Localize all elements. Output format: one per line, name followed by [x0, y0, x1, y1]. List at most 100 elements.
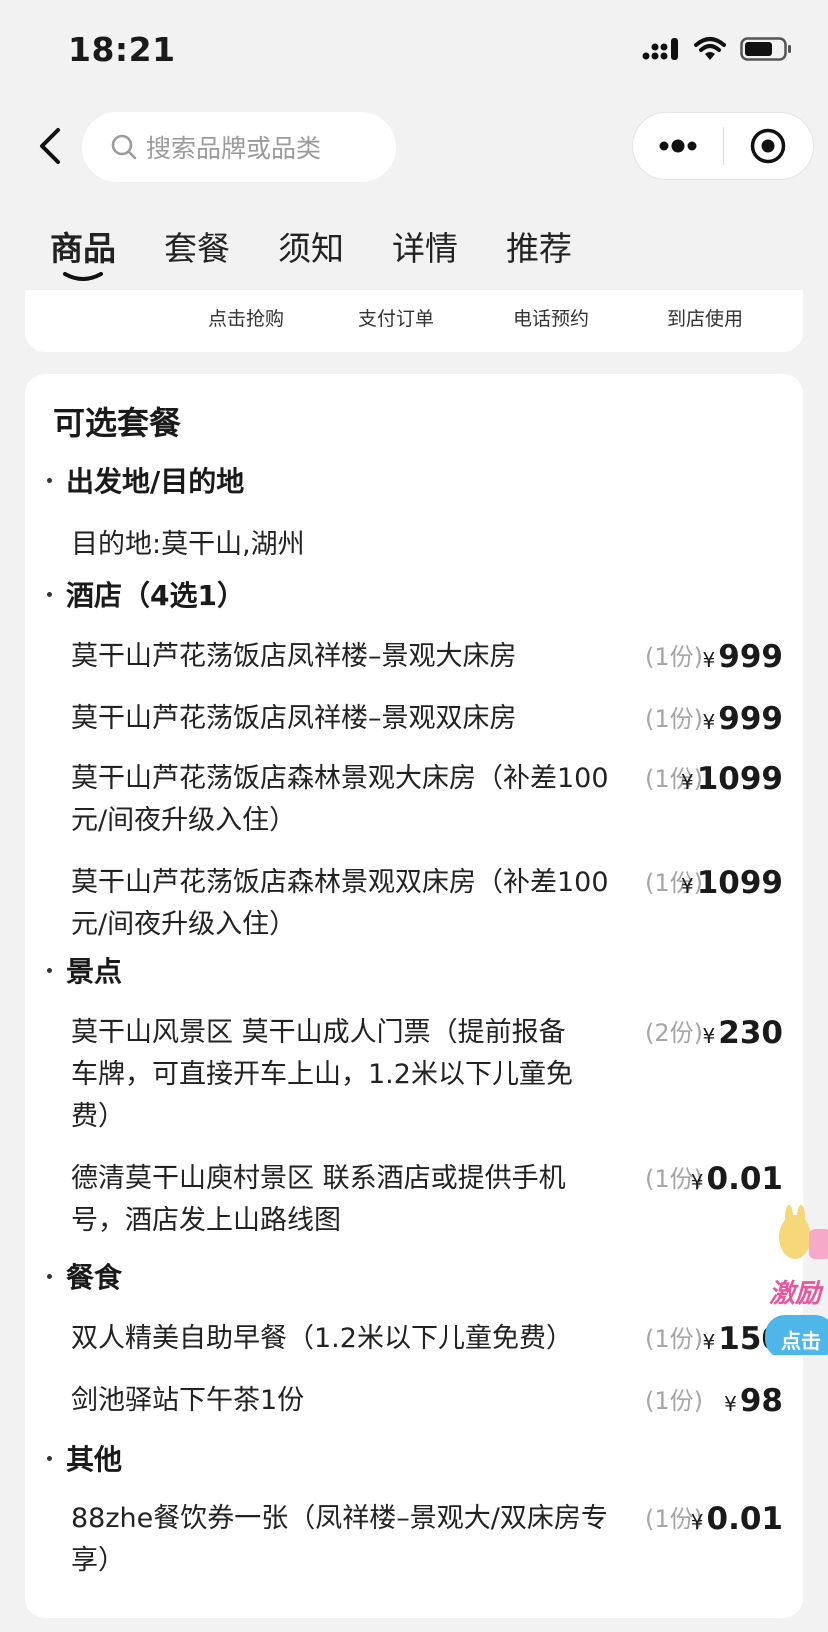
section-title: 景点: [66, 955, 123, 988]
tab-label: 详情: [392, 229, 458, 268]
item-name: 88zhe餐饮券一张（凤祥楼–景观大/双床房专享）: [71, 1503, 608, 1576]
item-name: 剑池驿站下午茶1份: [71, 1385, 305, 1416]
step-label: 电话预约: [513, 308, 590, 330]
tab-recommend[interactable]: 推荐: [506, 222, 572, 282]
destination-text: 目的地:莫干山,湖州: [71, 529, 305, 560]
bullet-icon: [47, 967, 52, 973]
incentive-badge-text: 激励: [769, 1279, 822, 1309]
tab-label: 套餐: [164, 229, 230, 268]
price-value: 0.01: [706, 1501, 784, 1537]
tab-details[interactable]: 详情: [392, 222, 458, 282]
battery-icon: [740, 37, 791, 61]
price-value: 0.01: [706, 1161, 784, 1197]
item-name: 莫干山风景区 莫干山成人门票（提前报备车牌，可直接开车上山，1.2米以下儿童免费…: [71, 1017, 573, 1132]
currency-symbol: ¥: [702, 1330, 716, 1354]
miniprogram-capsule: [632, 112, 814, 180]
step-label: 支付订单: [358, 308, 435, 330]
item-price: ¥98: [724, 1380, 783, 1425]
bullet-icon: [47, 591, 52, 597]
item-name: 莫干山芦花荡饭店凤祥楼–景观双床房: [71, 703, 517, 734]
package-item: 莫干山芦花荡饭店凤祥楼–景观双床房 (1份) ¥999: [71, 698, 783, 740]
item-price: ¥0.01: [691, 1158, 783, 1203]
package-item: 德清莫干山庾村景区 联系酒店或提供手机号，酒店发上山路线图 (1份) ¥0.01: [71, 1158, 783, 1242]
package-item: 莫干山芦花荡饭店森林景观大床房（补差100元/间夜升级入住） (1份) ¥109…: [71, 758, 783, 842]
signal-icon: [642, 38, 678, 60]
package-item: 双人精美自助早餐（1.2米以下儿童免费） (1份) ¥150: [71, 1318, 783, 1360]
incentive-float-badge[interactable]: 激励 点击: [765, 1205, 828, 1359]
package-item: 剑池驿站下午茶1份 (1份) ¥98: [71, 1380, 783, 1422]
search-placeholder: 搜索品牌或品类: [146, 134, 322, 163]
item-price: ¥999: [703, 636, 783, 681]
currency-symbol: ¥: [690, 1510, 704, 1534]
item-name: 双人精美自助早餐（1.2米以下儿童免费）: [71, 1323, 573, 1354]
bullet-icon: [47, 477, 52, 483]
item-quantity: (1份): [645, 643, 703, 671]
status-time: 18:21: [68, 30, 176, 69]
tab-label: 须知: [278, 229, 344, 268]
currency-symbol: ¥: [690, 1170, 704, 1194]
tab-active-indicator: [63, 272, 103, 281]
incentive-badge-button: 点击: [781, 1329, 821, 1353]
currency-symbol: ¥: [702, 1024, 716, 1048]
price-value: 98: [739, 1383, 783, 1419]
item-price: ¥999: [703, 698, 783, 743]
chevron-left-icon: [40, 128, 60, 164]
price-value: 1099: [696, 761, 783, 797]
more-button[interactable]: [633, 113, 723, 179]
item-price: ¥1099: [681, 862, 783, 907]
package-title: 可选套餐: [53, 404, 182, 442]
more-dots-icon: [659, 139, 697, 153]
item-price: ¥230: [703, 1012, 783, 1057]
item-name: 德清莫干山庾村景区 联系酒店或提供手机号，酒店发上山路线图: [71, 1163, 566, 1236]
step-label: 点击抢购: [208, 308, 285, 330]
search-icon: [111, 134, 137, 160]
currency-symbol: ¥: [702, 710, 716, 734]
package-item: 莫干山芦花荡饭店凤祥楼–景观大床房 (1份) ¥999: [71, 636, 783, 678]
package-options-card: 可选套餐 出发地/目的地 目的地:莫干山,湖州 酒店（4选1） 莫干山芦花荡饭店…: [25, 374, 803, 1618]
status-icons: [642, 36, 792, 62]
item-quantity: (1份): [645, 1325, 703, 1353]
purchase-steps-card: 点击抢购 支付订单 电话预约 到店使用: [25, 290, 803, 352]
package-item: 88zhe餐饮券一张（凤祥楼–景观大/双床房专享） (1份) ¥0.01: [71, 1498, 783, 1582]
section-heading: 餐食: [47, 1256, 122, 1296]
tab-label: 推荐: [506, 229, 572, 268]
tab-bar: 商品 套餐 须知 详情 推荐: [50, 222, 572, 282]
price-value: 230: [718, 1015, 783, 1051]
section-heading: 酒店（4选1）: [47, 574, 245, 614]
tab-notice[interactable]: 须知: [278, 222, 344, 282]
currency-symbol: ¥: [702, 648, 716, 672]
item-quantity: (2份): [645, 1019, 703, 1047]
currency-symbol: ¥: [724, 1392, 737, 1416]
item-quantity: (1份): [645, 1387, 703, 1415]
item-price: ¥0.01: [691, 1498, 783, 1543]
item-quantity: (1份): [645, 705, 703, 733]
item-name: 莫干山芦花荡饭店森林景观双床房（补差100元/间夜升级入住）: [71, 867, 609, 940]
bullet-icon: [47, 1273, 52, 1279]
tab-package[interactable]: 套餐: [164, 222, 230, 282]
item-name: 莫干山芦花荡饭店凤祥楼–景观大床房: [71, 641, 517, 672]
section-heading: 出发地/目的地: [47, 460, 244, 500]
section-heading: 其他: [47, 1438, 122, 1478]
search-input[interactable]: 搜索品牌或品类: [82, 112, 396, 182]
target-icon: [751, 128, 786, 164]
currency-symbol: ¥: [680, 770, 694, 794]
section-title: 餐食: [66, 1261, 123, 1294]
step-label: 到店使用: [667, 308, 744, 330]
tab-goods[interactable]: 商品: [50, 222, 116, 282]
section-title: 其他: [66, 1443, 123, 1476]
section-title: 出发地/目的地: [66, 465, 245, 498]
item-price: ¥1099: [681, 758, 783, 803]
close-miniprogram-button[interactable]: [724, 113, 814, 179]
item-name: 莫干山芦花荡饭店森林景观大床房（补差100元/间夜升级入住）: [71, 763, 609, 836]
back-button[interactable]: [22, 118, 78, 174]
status-bar: 18:21: [0, 0, 828, 100]
package-item: 莫干山风景区 莫干山成人门票（提前报备车牌，可直接开车上山，1.2米以下儿童免费…: [71, 1012, 783, 1138]
wifi-icon: [694, 37, 726, 60]
section-title: 酒店（4选1）: [66, 579, 245, 612]
price-value: 999: [718, 639, 783, 675]
section-heading: 景点: [47, 950, 122, 990]
price-value: 999: [718, 701, 783, 737]
price-value: 1099: [696, 865, 783, 901]
currency-symbol: ¥: [680, 874, 694, 898]
tab-label: 商品: [50, 229, 116, 268]
